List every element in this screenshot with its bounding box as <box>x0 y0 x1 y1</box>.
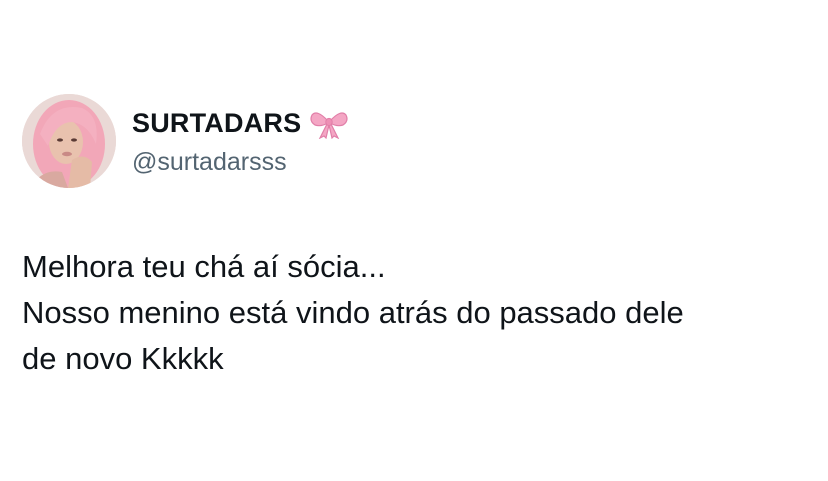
avatar[interactable] <box>22 94 116 188</box>
tweet-text-line: Melhora teu chá aí sócia... <box>22 249 386 284</box>
tweet-text: Melhora teu chá aí sócia... Nosso menino… <box>22 244 684 382</box>
author-identity: SURTADARS @surtadarsss <box>132 106 349 177</box>
tweet-text-line: de novo Kkkkk <box>22 341 224 376</box>
tweet-text-line: Nosso menino está vindo atrás do passado… <box>22 295 684 330</box>
name-row: SURTADARS <box>132 106 349 142</box>
avatar-image <box>22 94 116 188</box>
display-name[interactable]: SURTADARS <box>132 108 301 139</box>
tweet-header: SURTADARS @surtadarsss <box>22 94 349 188</box>
tweet-card: SURTADARS @surtadarsss Melhora teu chá a… <box>0 0 828 481</box>
user-handle[interactable]: @surtadarsss <box>132 148 349 177</box>
pink-bow-icon <box>309 109 349 139</box>
